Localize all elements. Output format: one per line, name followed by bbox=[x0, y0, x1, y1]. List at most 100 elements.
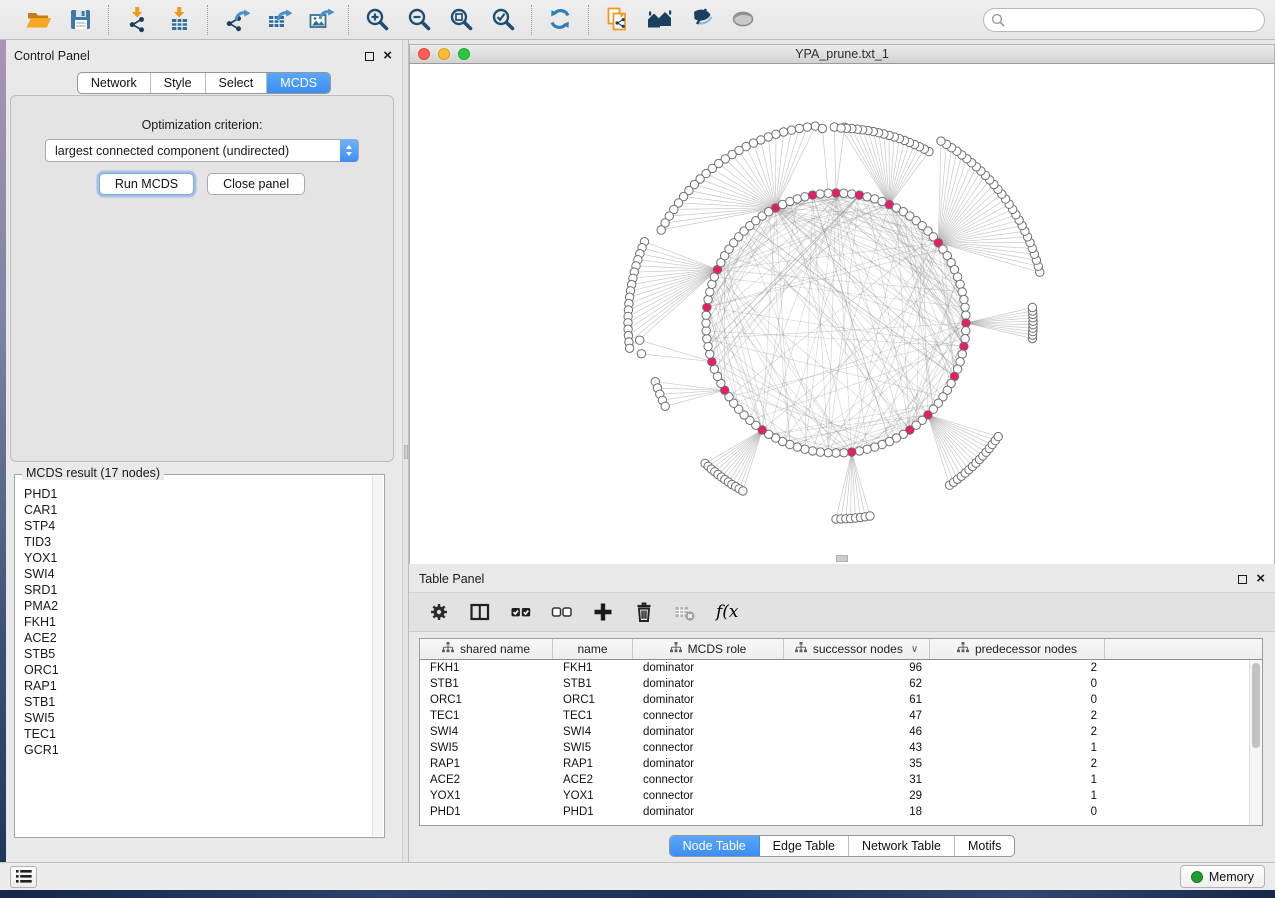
memory-button[interactable]: Memory bbox=[1180, 865, 1265, 888]
export-network-icon[interactable] bbox=[221, 5, 251, 35]
mcds-result-item[interactable]: CAR1 bbox=[24, 502, 371, 518]
table-row[interactable]: SWI5SWI5connector431 bbox=[420, 740, 1249, 756]
mcds-result-item[interactable]: TEC1 bbox=[24, 726, 371, 742]
mcds-result-item[interactable]: ACE2 bbox=[24, 630, 371, 646]
tab-network[interactable]: Network bbox=[78, 73, 151, 93]
mcds-result-item[interactable]: SWI5 bbox=[24, 710, 371, 726]
column-header-shared-name[interactable]: shared name bbox=[420, 639, 553, 659]
zoom-in-icon[interactable] bbox=[362, 5, 392, 35]
table-panel-title: Table Panel bbox=[419, 572, 1238, 586]
float-table-panel-icon[interactable] bbox=[1238, 575, 1247, 584]
close-panel-icon[interactable]: × bbox=[383, 51, 392, 61]
zoom-fit-icon[interactable] bbox=[446, 5, 476, 35]
mcds-result-list[interactable]: PHD1CAR1STP4TID3YOX1SWI4SRD1PMA2FKH1ACE2… bbox=[16, 482, 371, 836]
table-cell: 43 bbox=[784, 742, 930, 754]
mcds-result-item[interactable]: RAP1 bbox=[24, 678, 371, 694]
column-header-name[interactable]: name bbox=[553, 639, 633, 659]
table-cell: YOX1 bbox=[553, 790, 633, 802]
table-cell: 1 bbox=[930, 790, 1105, 802]
tab-network-table[interactable]: Network Table bbox=[849, 836, 955, 856]
table-row[interactable]: SWI4SWI4dominator462 bbox=[420, 724, 1249, 740]
hide-eye-icon[interactable] bbox=[686, 5, 716, 35]
delete-table-icon[interactable] bbox=[672, 599, 698, 625]
deselect-all-icon[interactable] bbox=[549, 599, 575, 625]
table-cell: 2 bbox=[930, 662, 1105, 674]
mcds-result-item[interactable]: PMA2 bbox=[24, 598, 371, 614]
add-icon[interactable] bbox=[590, 599, 616, 625]
optimization-criterion-select[interactable]: largest connected component (undirected) bbox=[45, 139, 359, 162]
refresh-icon[interactable] bbox=[545, 5, 575, 35]
mcds-result-item[interactable]: TID3 bbox=[24, 534, 371, 550]
table-row[interactable]: PHD1PHD1dominator180 bbox=[420, 804, 1249, 820]
table-rows: FKH1FKH1dominator962STB1STB1dominator620… bbox=[420, 660, 1249, 825]
zoom-out-icon[interactable] bbox=[404, 5, 434, 35]
mcds-result-item[interactable]: GCR1 bbox=[24, 742, 371, 758]
columns-icon[interactable] bbox=[467, 599, 493, 625]
table-cell: 35 bbox=[784, 758, 930, 770]
mcds-result-item[interactable]: STP4 bbox=[24, 518, 371, 534]
table-row[interactable]: YOX1YOX1connector291 bbox=[420, 788, 1249, 804]
float-window-icon[interactable] bbox=[365, 52, 374, 61]
tab-style[interactable]: Style bbox=[151, 73, 206, 93]
mcds-result-item[interactable]: SWI4 bbox=[24, 566, 371, 582]
table-cell: 1 bbox=[930, 774, 1105, 786]
toolbar-group bbox=[532, 5, 588, 35]
tab-mcds[interactable]: MCDS bbox=[267, 73, 330, 93]
houses-icon[interactable] bbox=[644, 5, 674, 35]
table-row[interactable]: STB1STB1dominator620 bbox=[420, 676, 1249, 692]
network-window-title: YPA_prune.txt_1 bbox=[410, 47, 1274, 61]
tab-motifs[interactable]: Motifs bbox=[955, 836, 1014, 856]
vertical-splitter[interactable] bbox=[402, 40, 409, 862]
mcds-result-item[interactable]: PHD1 bbox=[24, 486, 371, 502]
network-canvas[interactable] bbox=[409, 64, 1275, 564]
save-icon[interactable] bbox=[65, 5, 95, 35]
close-panel-button[interactable]: Close panel bbox=[207, 173, 305, 195]
table-cell: RAP1 bbox=[420, 758, 553, 770]
mcds-result-item[interactable]: ORC1 bbox=[24, 662, 371, 678]
task-history-button[interactable] bbox=[10, 866, 37, 888]
network-region: YPA_prune.txt_1 Table Panel × f(x) share… bbox=[409, 40, 1275, 862]
table-row[interactable]: TEC1TEC1connector472 bbox=[420, 708, 1249, 724]
search-input[interactable] bbox=[983, 8, 1265, 32]
select-all-icon[interactable] bbox=[508, 599, 534, 625]
table-scrollbar-thumb[interactable] bbox=[1252, 663, 1260, 748]
share-document-icon[interactable] bbox=[602, 5, 632, 35]
tab-node-table[interactable]: Node Table bbox=[670, 836, 760, 856]
export-image-icon[interactable] bbox=[305, 5, 335, 35]
open-folder-icon[interactable] bbox=[23, 5, 53, 35]
chevron-down-icon[interactable]: ∨ bbox=[911, 644, 918, 655]
run-mcds-button[interactable]: Run MCDS bbox=[99, 173, 194, 195]
table-scrollbar[interactable] bbox=[1249, 660, 1262, 825]
table-row[interactable]: FKH1FKH1dominator962 bbox=[420, 660, 1249, 676]
import-network-icon[interactable] bbox=[122, 5, 152, 35]
mcds-result-item[interactable]: FKH1 bbox=[24, 614, 371, 630]
function-icon[interactable]: f(x) bbox=[713, 599, 739, 625]
table-cell: PHD1 bbox=[553, 806, 633, 818]
table-cell: 29 bbox=[784, 790, 930, 802]
gear-icon[interactable] bbox=[426, 599, 452, 625]
column-header-successor-nodes[interactable]: successor nodes∨ bbox=[784, 639, 930, 659]
zoom-selected-icon[interactable] bbox=[488, 5, 518, 35]
tab-select[interactable]: Select bbox=[206, 73, 268, 93]
close-table-panel-icon[interactable]: × bbox=[1256, 574, 1265, 584]
network-window-titlebar[interactable]: YPA_prune.txt_1 bbox=[409, 44, 1275, 64]
table-row[interactable]: ORC1ORC1dominator610 bbox=[420, 692, 1249, 708]
canvas-splitter-grip[interactable] bbox=[836, 555, 848, 562]
column-header-predecessor-nodes[interactable]: predecessor nodes bbox=[930, 639, 1105, 659]
export-table-icon[interactable] bbox=[263, 5, 293, 35]
delete-icon[interactable] bbox=[631, 599, 657, 625]
tab-edge-table[interactable]: Edge Table bbox=[760, 836, 849, 856]
toolbar-group bbox=[589, 5, 771, 35]
mcds-result-item[interactable]: YOX1 bbox=[24, 550, 371, 566]
column-header-MCDS-role[interactable]: MCDS role bbox=[633, 639, 784, 659]
mcds-result-item[interactable]: STB1 bbox=[24, 694, 371, 710]
table-row[interactable]: RAP1RAP1dominator352 bbox=[420, 756, 1249, 772]
application-window: Control Panel × NetworkStyleSelectMCDS O… bbox=[0, 0, 1275, 898]
mcds-result-item[interactable]: STB5 bbox=[24, 646, 371, 662]
mcds-result-item[interactable]: SRD1 bbox=[24, 582, 371, 598]
mcds-result-scrollbar[interactable] bbox=[372, 476, 383, 836]
splitter-grip[interactable] bbox=[404, 445, 408, 459]
table-row[interactable]: ACE2ACE2connector311 bbox=[420, 772, 1249, 788]
import-table-icon[interactable] bbox=[164, 5, 194, 35]
eye-icon[interactable] bbox=[728, 5, 758, 35]
